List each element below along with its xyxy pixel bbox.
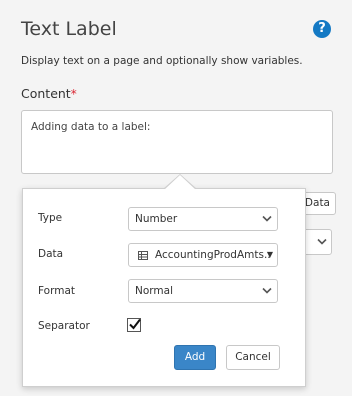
data-label: Data [38,248,64,260]
checkmark-icon [129,318,141,330]
insert-data-popover: Type Number Data AccountingProdAmts.. ▼ … [22,174,306,387]
content-label-text: Content [21,86,71,101]
chevron-down-icon [262,215,272,222]
table-icon [138,251,148,260]
data-select[interactable]: AccountingProdAmts.. ▼ [128,243,278,267]
chevron-down-icon [262,287,272,294]
separator-checkbox[interactable] [127,318,141,332]
caret-down-icon: ▼ [266,250,273,259]
chevron-down-icon [317,238,327,245]
type-select[interactable]: Number [128,207,278,231]
separator-label: Separator [38,320,90,332]
format-label: Format [38,285,76,297]
data-select-value: AccountingProdAmts.. [155,249,271,261]
add-button[interactable]: Add [174,345,216,370]
help-icon[interactable]: ? [313,20,331,38]
panel-description: Display text on a page and optionally sh… [21,55,303,67]
format-select-value: Normal [135,285,173,297]
required-marker: * [70,87,77,101]
panel-title: Text Label [21,18,117,40]
content-textarea[interactable]: Adding data to a label: [21,110,333,174]
popover-arrow [163,174,197,190]
cancel-button[interactable]: Cancel [226,345,280,370]
type-select-value: Number [135,213,178,225]
format-select[interactable]: Normal [128,279,278,303]
content-label: Content* [21,86,77,101]
type-label: Type [38,212,63,224]
